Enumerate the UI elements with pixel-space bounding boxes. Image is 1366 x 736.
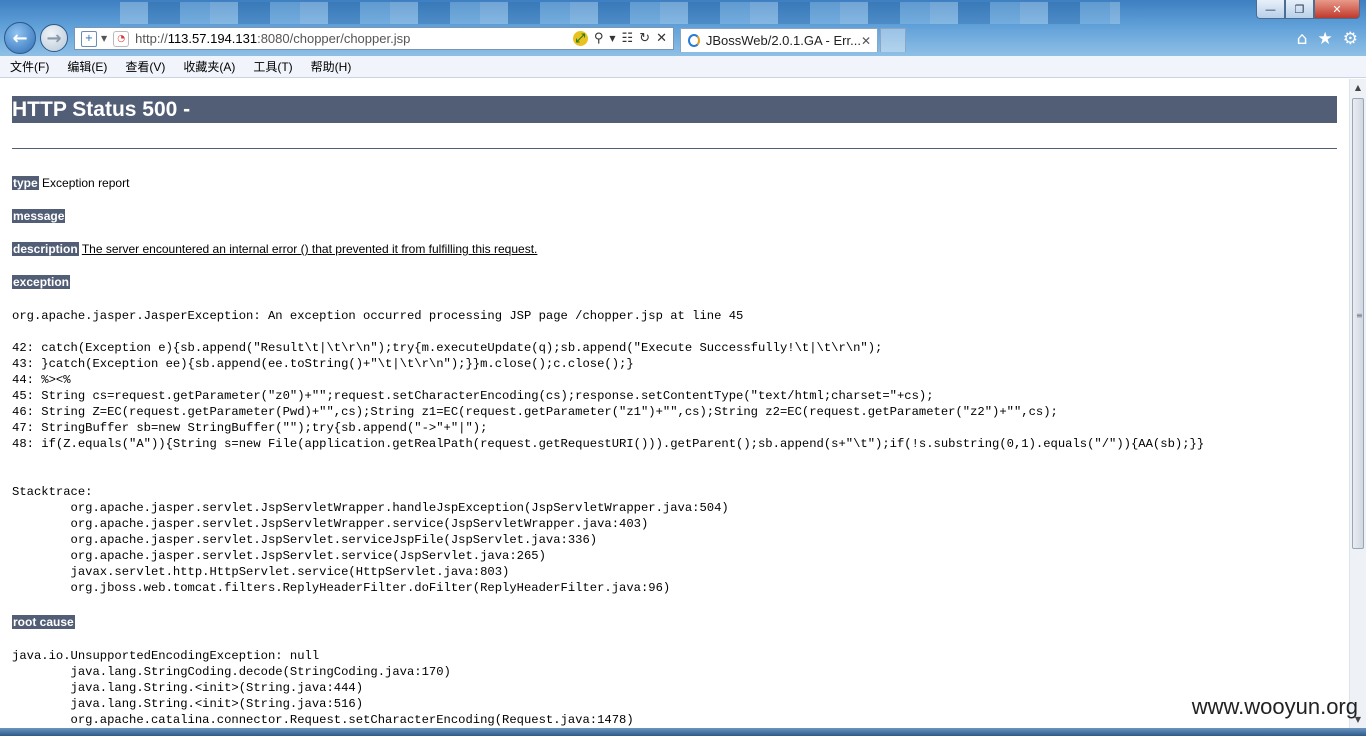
exception-trace: org.apache.jasper.JasperException: An ex… <box>12 309 1205 595</box>
divider <box>12 148 1337 149</box>
description-row: description The server encountered an in… <box>12 242 537 256</box>
scroll-up-icon[interactable]: ▲ <box>1350 79 1366 96</box>
vertical-scrollbar[interactable]: ▲ ≡ ▼ <box>1349 79 1366 728</box>
gear-icon[interactable]: ⚙ <box>1343 29 1358 49</box>
menu-file[interactable]: 文件(F) <box>0 58 57 75</box>
tab-active[interactable]: JBossWeb/2.0.1.GA - Err... ✕ <box>680 28 878 52</box>
menu-help[interactable]: 帮助(H) <box>301 58 360 75</box>
toolbar-right: ⌂ ★ ⚙ <box>1297 29 1358 49</box>
compatibility-view-icon[interactable]: ⤢ <box>572 31 588 46</box>
back-button[interactable]: ← <box>4 22 36 54</box>
address-bar[interactable]: + ▼ ◔ http://113.57.194.131:8080/chopper… <box>74 27 674 50</box>
menu-bar: 文件(F) 编辑(E) 查看(V) 收藏夹(A) 工具(T) 帮助(H) <box>0 56 1366 78</box>
description-value: The server encountered an internal error… <box>81 242 538 256</box>
url-text[interactable]: http://113.57.194.131:8080/chopper/chopp… <box>135 31 410 46</box>
type-label: type <box>12 176 39 190</box>
forward-button[interactable]: → <box>40 24 68 52</box>
exception-label: exception <box>12 275 71 289</box>
message-row: message <box>12 209 66 223</box>
menu-favorites[interactable]: 收藏夹(A) <box>173 58 243 75</box>
home-icon[interactable]: ⌂ <box>1297 29 1308 49</box>
new-tab-button[interactable] <box>880 28 906 52</box>
star-icon[interactable]: ★ <box>1318 29 1333 49</box>
page-icon: ◔ <box>113 30 130 47</box>
rss-icon[interactable]: ☷ <box>622 31 634 46</box>
forward-arrow-icon: → <box>46 27 62 49</box>
back-arrow-icon: ← <box>12 27 28 49</box>
browser-titlebar: — ❐ ✕ ← → + ▼ ◔ http://113.57.194.131:80… <box>0 0 1366 56</box>
type-value: Exception report <box>42 176 130 190</box>
tab-title: JBossWeb/2.0.1.GA - Err... <box>705 33 861 48</box>
message-label: message <box>12 209 66 223</box>
chevron-down-icon[interactable]: ▼ <box>609 34 615 43</box>
description-label: description <box>12 242 79 256</box>
close-tab-icon[interactable]: ✕ <box>861 34 871 48</box>
type-row: type Exception report <box>12 176 129 190</box>
page-title: HTTP Status 500 - <box>12 96 1337 123</box>
minimize-button[interactable]: — <box>1256 0 1285 19</box>
exception-row: exception <box>12 275 71 289</box>
search-icon[interactable]: ⚲ <box>594 31 604 46</box>
menu-view[interactable]: 查看(V) <box>115 58 173 75</box>
close-window-button[interactable]: ✕ <box>1314 0 1360 19</box>
grip-icon: ≡ <box>1356 311 1363 320</box>
root-cause-label: root cause <box>12 615 75 629</box>
add-favorite-icon[interactable]: + <box>81 30 97 47</box>
scrollbar-thumb[interactable]: ≡ <box>1352 98 1364 549</box>
chevron-down-icon[interactable]: ▼ <box>101 34 107 43</box>
stop-icon[interactable]: ✕ <box>656 31 667 46</box>
windows-taskbar <box>0 728 1366 736</box>
loading-icon <box>688 34 700 47</box>
address-tools: ⤢ ⚲ ▼ ☷ ↻ ✕ <box>572 31 673 46</box>
menu-tools[interactable]: 工具(T) <box>243 58 300 75</box>
menu-edit[interactable]: 编辑(E) <box>57 58 115 75</box>
taskbar-thumbnails-background <box>120 2 1120 24</box>
refresh-icon[interactable]: ↻ <box>639 31 650 46</box>
watermark-text: www.wooyun.org <box>1191 694 1358 719</box>
window-controls: — ❐ ✕ <box>1256 0 1360 19</box>
root-cause-row: root cause <box>12 615 75 629</box>
page-content: HTTP Status 500 - type Exception report … <box>0 79 1348 728</box>
root-cause-trace: java.io.UnsupportedEncodingException: nu… <box>12 649 634 727</box>
maximize-button[interactable]: ❐ <box>1285 0 1314 19</box>
